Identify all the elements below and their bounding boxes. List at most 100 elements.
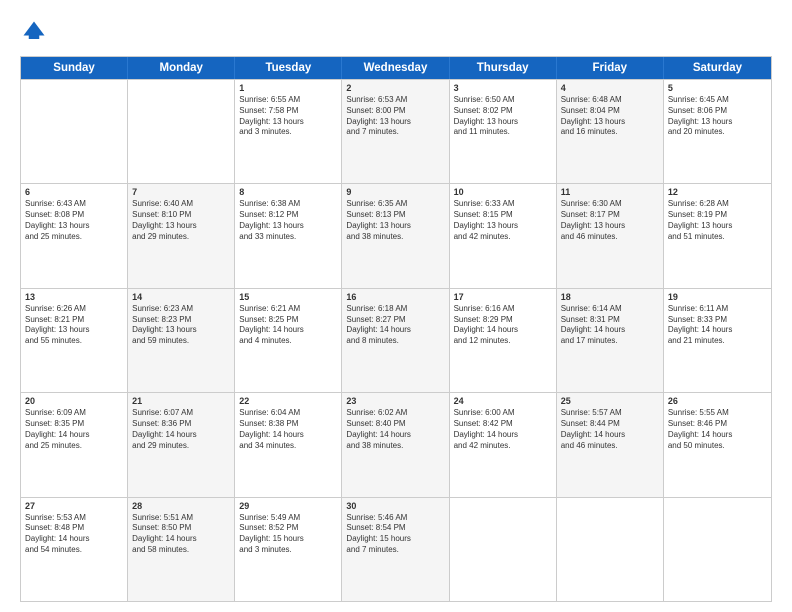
cal-week-2: 6 Sunrise: 6:43 AM Sunset: 8:08 PM Daylig… <box>21 183 771 287</box>
cell-day-number: 30 <box>346 501 444 511</box>
cell-day-number: 14 <box>132 292 230 302</box>
cell-day-number: 23 <box>346 396 444 406</box>
cal-cell: 25Sunrise: 5:57 AM Sunset: 8:44 PM Dayli… <box>557 393 664 496</box>
cell-info: Sunrise: 5:55 AM Sunset: 8:46 PM Dayligh… <box>668 408 767 451</box>
cell-day-number: 29 <box>239 501 337 511</box>
cal-cell: 28 Sunrise: 5:51 AM Sunset: 8:50 PM Dayli… <box>128 498 235 601</box>
cell-info: Sunrise: 5:46 AM Sunset: 8:54 PM Dayligh… <box>346 513 444 556</box>
cell-info: Sunrise: 6:50 AM Sunset: 8:02 PM Dayligh… <box>454 95 552 138</box>
cal-header-wednesday: Wednesday <box>342 57 449 79</box>
cell-info: Sunrise: 6:07 AM Sunset: 8:36 PM Dayligh… <box>132 408 230 451</box>
cell-day-number: 12 <box>668 187 767 197</box>
cell-info: Sunrise: 6:02 AM Sunset: 8:40 PM Dayligh… <box>346 408 444 451</box>
cal-cell: 18 Sunrise: 6:14 AM Sunset: 8:31 PM Dayli… <box>557 289 664 392</box>
cell-info: Sunrise: 5:57 AM Sunset: 8:44 PM Dayligh… <box>561 408 659 451</box>
cal-header-saturday: Saturday <box>664 57 771 79</box>
cell-day-number: 18 <box>561 292 659 302</box>
cell-info: Sunrise: 6:14 AM Sunset: 8:31 PM Dayligh… <box>561 304 659 347</box>
cal-cell: 5 Sunrise: 6:45 AM Sunset: 8:06 PM Daylig… <box>664 80 771 183</box>
cal-week-1: 1 Sunrise: 6:55 AM Sunset: 7:58 PM Daylig… <box>21 79 771 183</box>
cal-header-tuesday: Tuesday <box>235 57 342 79</box>
cal-cell: 3 Sunrise: 6:50 AM Sunset: 8:02 PM Daylig… <box>450 80 557 183</box>
cal-week-3: 13 Sunrise: 6:26 AM Sunset: 8:21 PM Dayli… <box>21 288 771 392</box>
cell-info: Sunrise: 6:45 AM Sunset: 8:06 PM Dayligh… <box>668 95 767 138</box>
cell-day-number: 3 <box>454 83 552 93</box>
cal-cell: 11Sunrise: 6:30 AM Sunset: 8:17 PM Dayli… <box>557 184 664 287</box>
cell-info: Sunrise: 6:48 AM Sunset: 8:04 PM Dayligh… <box>561 95 659 138</box>
cell-day-number: 16 <box>346 292 444 302</box>
cell-day-number: 26 <box>668 396 767 406</box>
cell-info: Sunrise: 6:26 AM Sunset: 8:21 PM Dayligh… <box>25 304 123 347</box>
cell-day-number: 9 <box>346 187 444 197</box>
cal-cell: 16Sunrise: 6:18 AM Sunset: 8:27 PM Dayli… <box>342 289 449 392</box>
cell-day-number: 28 <box>132 501 230 511</box>
cell-day-number: 2 <box>346 83 444 93</box>
cal-cell: 10 Sunrise: 6:33 AM Sunset: 8:15 PM Dayli… <box>450 184 557 287</box>
calendar: SundayMondayTuesdayWednesdayThursdayFrid… <box>20 56 772 602</box>
cell-day-number: 6 <box>25 187 123 197</box>
cell-day-number: 15 <box>239 292 337 302</box>
cell-info: Sunrise: 6:55 AM Sunset: 7:58 PM Dayligh… <box>239 95 337 138</box>
cal-week-4: 20Sunrise: 6:09 AM Sunset: 8:35 PM Dayli… <box>21 392 771 496</box>
cell-day-number: 11 <box>561 187 659 197</box>
logo-icon <box>20 18 48 46</box>
cell-info: Sunrise: 6:43 AM Sunset: 8:08 PM Dayligh… <box>25 199 123 242</box>
cell-day-number: 8 <box>239 187 337 197</box>
cell-day-number: 1 <box>239 83 337 93</box>
calendar-body: 1 Sunrise: 6:55 AM Sunset: 7:58 PM Daylig… <box>21 79 771 601</box>
cell-info: Sunrise: 6:00 AM Sunset: 8:42 PM Dayligh… <box>454 408 552 451</box>
cell-info: Sunrise: 6:53 AM Sunset: 8:00 PM Dayligh… <box>346 95 444 138</box>
cal-cell: 22 Sunrise: 6:04 AM Sunset: 8:38 PM Dayli… <box>235 393 342 496</box>
cal-cell: 15 Sunrise: 6:21 AM Sunset: 8:25 PM Dayli… <box>235 289 342 392</box>
cal-cell: 7 Sunrise: 6:40 AM Sunset: 8:10 PM Daylig… <box>128 184 235 287</box>
cal-cell: 4Sunrise: 6:48 AM Sunset: 8:04 PM Daylig… <box>557 80 664 183</box>
cell-info: Sunrise: 6:23 AM Sunset: 8:23 PM Dayligh… <box>132 304 230 347</box>
cal-cell: 13 Sunrise: 6:26 AM Sunset: 8:21 PM Dayli… <box>21 289 128 392</box>
cal-header-monday: Monday <box>128 57 235 79</box>
cell-day-number: 22 <box>239 396 337 406</box>
cell-day-number: 7 <box>132 187 230 197</box>
cell-info: Sunrise: 5:53 AM Sunset: 8:48 PM Dayligh… <box>25 513 123 556</box>
cal-cell <box>557 498 664 601</box>
cell-info: Sunrise: 5:51 AM Sunset: 8:50 PM Dayligh… <box>132 513 230 556</box>
cal-cell: 8 Sunrise: 6:38 AM Sunset: 8:12 PM Daylig… <box>235 184 342 287</box>
cal-cell: 29 Sunrise: 5:49 AM Sunset: 8:52 PM Dayli… <box>235 498 342 601</box>
cal-cell: 26 Sunrise: 5:55 AM Sunset: 8:46 PM Dayli… <box>664 393 771 496</box>
cell-day-number: 10 <box>454 187 552 197</box>
cal-cell: 30 Sunrise: 5:46 AM Sunset: 8:54 PM Dayli… <box>342 498 449 601</box>
cell-day-number: 19 <box>668 292 767 302</box>
cal-cell: 2 Sunrise: 6:53 AM Sunset: 8:00 PM Daylig… <box>342 80 449 183</box>
cal-cell: 14 Sunrise: 6:23 AM Sunset: 8:23 PM Dayli… <box>128 289 235 392</box>
cal-cell: 23 Sunrise: 6:02 AM Sunset: 8:40 PM Dayli… <box>342 393 449 496</box>
cell-day-number: 20 <box>25 396 123 406</box>
cal-week-5: 27 Sunrise: 5:53 AM Sunset: 8:48 PM Dayli… <box>21 497 771 601</box>
cell-day-number: 27 <box>25 501 123 511</box>
cell-info: Sunrise: 6:33 AM Sunset: 8:15 PM Dayligh… <box>454 199 552 242</box>
cell-info: Sunrise: 6:38 AM Sunset: 8:12 PM Dayligh… <box>239 199 337 242</box>
cell-day-number: 13 <box>25 292 123 302</box>
cell-info: Sunrise: 6:28 AM Sunset: 8:19 PM Dayligh… <box>668 199 767 242</box>
header <box>20 18 772 46</box>
cell-info: Sunrise: 6:21 AM Sunset: 8:25 PM Dayligh… <box>239 304 337 347</box>
cell-day-number: 21 <box>132 396 230 406</box>
cal-cell: 19 Sunrise: 6:11 AM Sunset: 8:33 PM Dayli… <box>664 289 771 392</box>
page: SundayMondayTuesdayWednesdayThursdayFrid… <box>0 0 792 612</box>
cell-day-number: 5 <box>668 83 767 93</box>
cal-cell: 9 Sunrise: 6:35 AM Sunset: 8:13 PM Daylig… <box>342 184 449 287</box>
cal-cell <box>21 80 128 183</box>
cell-day-number: 17 <box>454 292 552 302</box>
cal-cell: 12 Sunrise: 6:28 AM Sunset: 8:19 PM Dayli… <box>664 184 771 287</box>
cal-header-thursday: Thursday <box>450 57 557 79</box>
cal-cell: 6 Sunrise: 6:43 AM Sunset: 8:08 PM Daylig… <box>21 184 128 287</box>
cell-info: Sunrise: 6:04 AM Sunset: 8:38 PM Dayligh… <box>239 408 337 451</box>
cell-info: Sunrise: 6:35 AM Sunset: 8:13 PM Dayligh… <box>346 199 444 242</box>
cal-cell: 1 Sunrise: 6:55 AM Sunset: 7:58 PM Daylig… <box>235 80 342 183</box>
cal-cell: 24Sunrise: 6:00 AM Sunset: 8:42 PM Dayli… <box>450 393 557 496</box>
cell-info: Sunrise: 6:11 AM Sunset: 8:33 PM Dayligh… <box>668 304 767 347</box>
cell-info: Sunrise: 5:49 AM Sunset: 8:52 PM Dayligh… <box>239 513 337 556</box>
cal-cell: 20Sunrise: 6:09 AM Sunset: 8:35 PM Dayli… <box>21 393 128 496</box>
calendar-header-row: SundayMondayTuesdayWednesdayThursdayFrid… <box>21 57 771 79</box>
cell-info: Sunrise: 6:40 AM Sunset: 8:10 PM Dayligh… <box>132 199 230 242</box>
cal-cell <box>664 498 771 601</box>
cal-header-friday: Friday <box>557 57 664 79</box>
